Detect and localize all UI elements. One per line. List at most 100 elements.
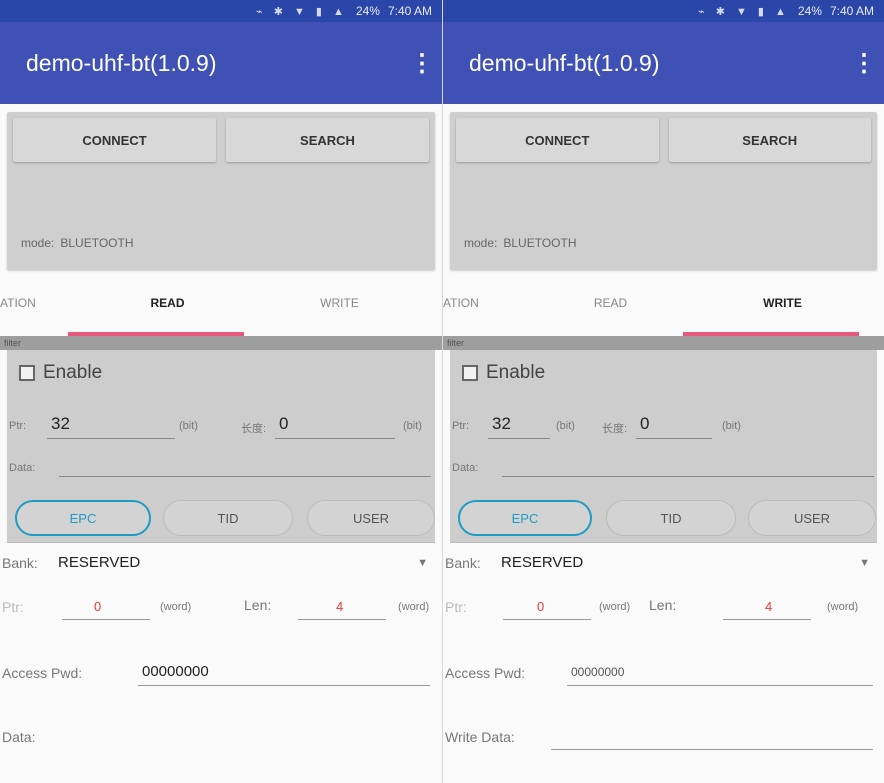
read-pwd-underline (138, 685, 430, 686)
bank-tid-button[interactable]: TID (606, 500, 736, 536)
battery-percent: 24% (355, 4, 380, 18)
read-len-value[interactable]: 4 (336, 599, 343, 614)
mode-value: BLUETOOTH (60, 236, 134, 250)
write-len-unit: (word) (827, 601, 859, 613)
read-ptr-value[interactable]: 0 (94, 599, 101, 614)
connect-panel: CONNECT SEARCH mode: BLUETOOTH (450, 112, 877, 270)
write-ptr-unit: (word) (599, 601, 631, 613)
filter-header: filter (443, 336, 884, 350)
filter-ptr-label: Ptr: (9, 420, 27, 432)
write-ptr-underline (503, 619, 591, 620)
app-title: demo-uhf-bt(1.0.9) (26, 49, 217, 76)
battery-percent: 24% (797, 4, 822, 18)
filter-panel: Enable Ptr: 32 (bit) 长度: 0 (bit) Data: E… (7, 350, 435, 543)
filter-ptr-label: Ptr: (452, 420, 470, 432)
status-icons: ⌁ ✱ ▼ ▮ ▲ (256, 5, 348, 18)
enable-checkbox-row[interactable]: Enable (462, 362, 545, 384)
read-ptr-label: Ptr: (2, 599, 24, 615)
filter-data-input[interactable] (502, 476, 874, 477)
enable-checkbox-row[interactable]: Enable (19, 362, 102, 384)
write-len-underline (723, 619, 811, 620)
connect-button[interactable]: CONNECT (456, 118, 659, 162)
more-vert-icon[interactable]: ⋮ (852, 49, 876, 78)
read-data-label: Data: (2, 729, 36, 745)
filter-header: filter (0, 336, 442, 350)
phone-read-screen: ⌁ ✱ ▼ ▮ ▲ 24% 7:40 AM demo-uhf-bt(1.0.9)… (0, 0, 442, 783)
filter-len-unit: (bit) (722, 420, 741, 432)
write-form: Bank: RESERVED ▼ Ptr: 0 (word) Len: 4 (w… (443, 543, 884, 753)
tab-write[interactable]: WRITE (705, 270, 860, 336)
filter-data-label: Data: (9, 462, 36, 474)
more-vert-icon[interactable]: ⋮ (410, 49, 434, 78)
tab-read[interactable]: READ (90, 270, 245, 336)
app-bar: demo-uhf-bt(1.0.9) ⋮ (0, 22, 442, 104)
filter-len-underline (275, 438, 395, 439)
clock: 7:40 AM (387, 4, 432, 18)
bank-label: Bank: (445, 555, 481, 571)
status-bar: ⌁ ✱ ▼ ▮ ▲ 24% 7:40 AM (443, 0, 884, 22)
read-len-unit: (word) (398, 601, 430, 613)
enable-checkbox[interactable] (19, 365, 35, 381)
read-len-label: Len: (244, 597, 272, 613)
mode-label: mode: (21, 236, 55, 250)
tab-indicator (68, 332, 244, 336)
dropdown-arrow-icon[interactable]: ▼ (417, 557, 428, 569)
filter-len-value[interactable]: 0 (640, 414, 649, 434)
write-ptr-value[interactable]: 0 (537, 599, 544, 614)
bank-epc-button[interactable]: EPC (458, 500, 592, 536)
enable-label: Enable (486, 362, 546, 383)
tab-read[interactable]: READ (533, 270, 688, 336)
filter-ptr-unit: (bit) (179, 420, 198, 432)
read-len-underline (298, 619, 386, 620)
status-bar: ⌁ ✱ ▼ ▮ ▲ 24% 7:40 AM (0, 0, 442, 22)
filter-ptr-value[interactable]: 32 (51, 414, 70, 434)
write-ptr-label: Ptr: (445, 599, 467, 615)
filter-ptr-underline (47, 438, 175, 439)
filter-len-label: 长度: (241, 423, 267, 435)
mode-label: mode: (464, 236, 498, 250)
bank-user-button[interactable]: USER (307, 500, 435, 536)
bank-select[interactable]: RESERVED (58, 554, 140, 571)
read-form: Bank: RESERVED ▼ Ptr: 0 (word) Len: 4 (w… (0, 543, 442, 753)
app-bar: demo-uhf-bt(1.0.9) ⋮ (443, 22, 884, 104)
read-pwd-label: Access Pwd: (2, 665, 83, 681)
connect-button[interactable]: CONNECT (13, 118, 216, 162)
write-pwd-input[interactable]: 00000000 (571, 665, 624, 679)
bank-select[interactable]: RESERVED (501, 554, 583, 571)
write-pwd-underline (567, 685, 873, 686)
write-pwd-label: Access Pwd: (445, 665, 526, 681)
tab-write[interactable]: WRITE (262, 270, 417, 336)
filter-data-label: Data: (452, 462, 479, 474)
write-data-input[interactable] (551, 749, 873, 750)
mode-indicator: mode: BLUETOOTH (21, 236, 133, 250)
dropdown-arrow-icon[interactable]: ▼ (859, 557, 870, 569)
tab-bar: ATION READ WRITE (443, 270, 884, 336)
filter-len-unit: (bit) (403, 420, 422, 432)
write-len-label: Len: (649, 597, 677, 613)
write-len-value[interactable]: 4 (765, 599, 772, 614)
write-data-label: Write Data: (445, 729, 515, 745)
search-button[interactable]: SEARCH (668, 118, 871, 162)
mode-indicator: mode: BLUETOOTH (464, 236, 576, 250)
tab-partial[interactable]: ATION (0, 270, 60, 336)
filter-len-value[interactable]: 0 (279, 414, 288, 434)
filter-ptr-unit: (bit) (556, 420, 575, 432)
bank-label: Bank: (2, 555, 38, 571)
tab-bar: ATION READ WRITE (0, 270, 442, 336)
search-button[interactable]: SEARCH (226, 118, 429, 162)
filter-len-label: 长度: (602, 423, 628, 435)
bank-user-button[interactable]: USER (748, 500, 876, 536)
screenshot-pair: ⌁ ✱ ▼ ▮ ▲ 24% 7:40 AM demo-uhf-bt(1.0.9)… (0, 0, 884, 783)
filter-data-input[interactable] (59, 476, 431, 477)
filter-ptr-value[interactable]: 32 (492, 414, 511, 434)
filter-len-underline (636, 438, 712, 439)
enable-checkbox[interactable] (462, 365, 478, 381)
read-ptr-unit: (word) (160, 601, 192, 613)
enable-label: Enable (43, 362, 103, 383)
clock: 7:40 AM (829, 4, 874, 18)
bank-tid-button[interactable]: TID (163, 500, 293, 536)
tab-partial[interactable]: ATION (443, 270, 503, 336)
bank-epc-button[interactable]: EPC (15, 500, 151, 536)
read-pwd-input[interactable]: 00000000 (142, 663, 209, 680)
phone-write-screen: ⌁ ✱ ▼ ▮ ▲ 24% 7:40 AM demo-uhf-bt(1.0.9)… (442, 0, 884, 783)
